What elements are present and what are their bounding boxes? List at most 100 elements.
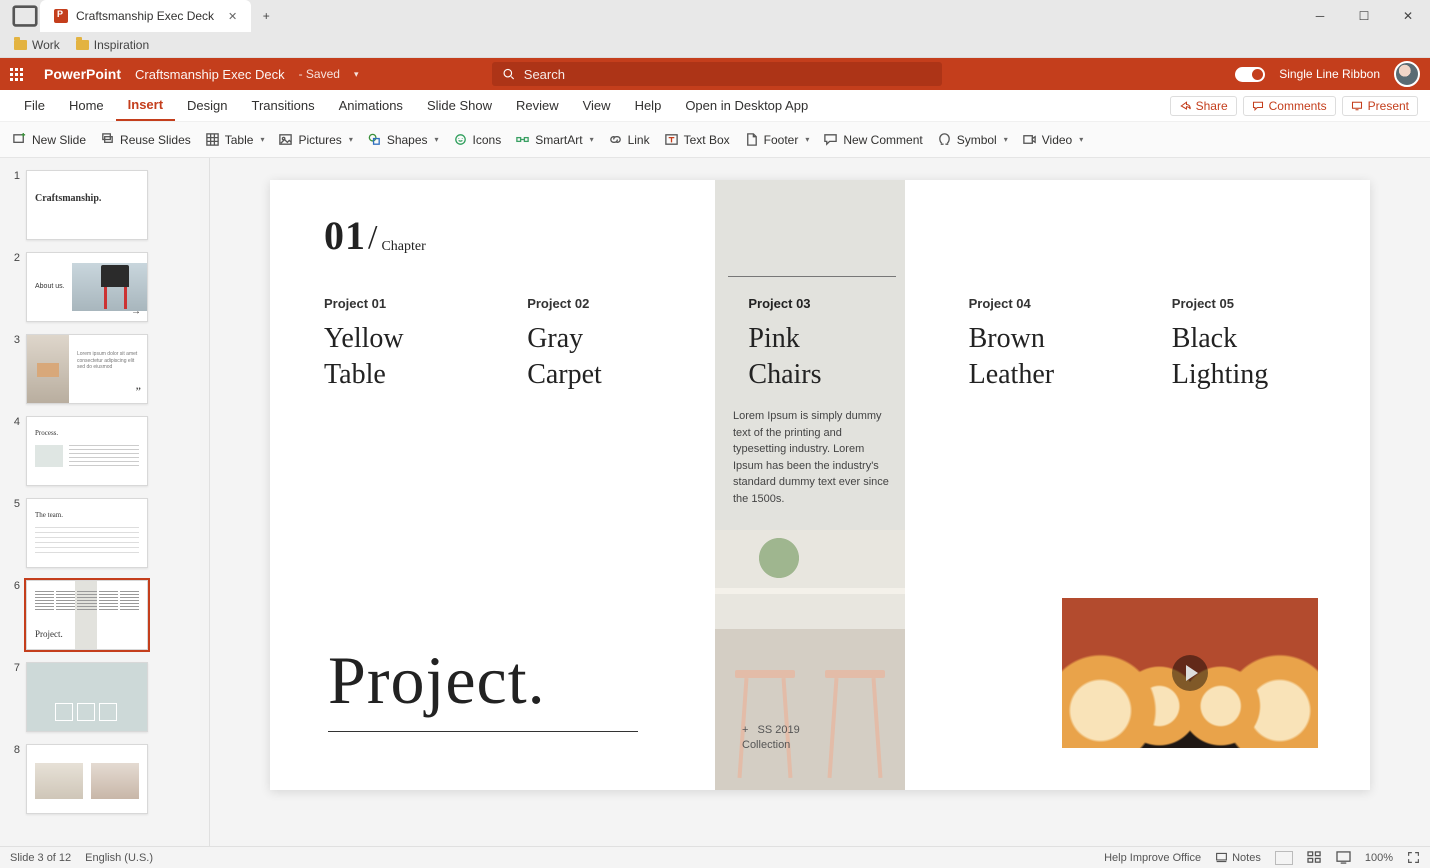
- tab-transitions[interactable]: Transitions: [240, 90, 327, 121]
- cmd-video[interactable]: Video▾: [1022, 132, 1084, 147]
- present-button[interactable]: Present: [1342, 96, 1418, 116]
- view-reading-button[interactable]: [1336, 851, 1351, 864]
- slide-thumbnail[interactable]: Craftsmanship.: [26, 170, 148, 240]
- cmd-text-box[interactable]: Text Box: [664, 132, 730, 147]
- notes-icon: [1215, 851, 1228, 864]
- bookmarks-bar: Work Inspiration: [0, 32, 1430, 58]
- app-name: PowerPoint: [44, 66, 121, 82]
- chevron-down-icon[interactable]: ▾: [354, 69, 359, 80]
- window-minimize-button[interactable]: ─: [1298, 0, 1342, 32]
- slide-thumbnail[interactable]: Project.: [26, 580, 148, 650]
- cmd-footer[interactable]: Footer▾: [744, 132, 810, 147]
- cmd-pictures[interactable]: Pictures▾: [278, 132, 352, 147]
- play-icon[interactable]: [1172, 655, 1208, 691]
- project-04[interactable]: Project 04 BrownLeather: [934, 296, 1137, 394]
- shapes-icon: [367, 132, 382, 147]
- workspace: 1 Craftsmanship. 2 About us. → 3 Lore: [0, 158, 1430, 846]
- share-button[interactable]: Share: [1170, 96, 1237, 116]
- slide-canvas-area[interactable]: 01 / Chapter Project 01 YellowTable Proj…: [210, 158, 1430, 846]
- status-language[interactable]: English (U.S.): [85, 852, 153, 864]
- window-maximize-button[interactable]: ☐: [1342, 0, 1386, 32]
- slide-big-title[interactable]: Project.: [328, 641, 546, 720]
- project-03[interactable]: Project 03 PinkChairs: [730, 296, 933, 394]
- search-bar[interactable]: [492, 62, 942, 86]
- thumb-number: 2: [10, 252, 20, 264]
- cmd-table[interactable]: Table▾: [205, 132, 265, 147]
- project-02[interactable]: Project 02 GrayCarpet: [527, 296, 730, 394]
- chevron-down-icon: ▾: [1004, 135, 1008, 144]
- project-description[interactable]: Lorem Ipsum is simply dummy text of the …: [733, 408, 893, 507]
- slide-thumbnail[interactable]: Lorem ipsum dolor sit amet consectetur a…: [26, 334, 148, 404]
- reuse-slides-icon: [100, 132, 115, 147]
- chevron-down-icon: ▾: [260, 135, 264, 144]
- share-icon: [1179, 100, 1191, 112]
- slide-thumbnail[interactable]: Process.: [26, 416, 148, 486]
- thumb-number: 1: [10, 170, 20, 182]
- projects-grid: Project 01 YellowTable Project 02 GrayCa…: [324, 296, 1340, 394]
- textbox-icon: [664, 132, 679, 147]
- divider-line: [728, 276, 896, 277]
- status-slide-info: Slide 3 of 12: [10, 852, 71, 864]
- notes-button[interactable]: Notes: [1215, 851, 1261, 864]
- tab-animations[interactable]: Animations: [327, 90, 415, 121]
- fit-to-window-button[interactable]: [1407, 851, 1420, 864]
- window-close-button[interactable]: ✕: [1386, 0, 1430, 32]
- document-name[interactable]: Craftsmanship Exec Deck: [135, 67, 285, 82]
- footer-icon: [744, 132, 759, 147]
- view-sorter-button[interactable]: [1307, 851, 1322, 864]
- status-bar: Slide 3 of 12 English (U.S.) Help Improv…: [0, 846, 1430, 868]
- slide-thumbnails-panel[interactable]: 1 Craftsmanship. 2 About us. → 3 Lore: [0, 158, 210, 846]
- slide-canvas[interactable]: 01 / Chapter Project 01 YellowTable Proj…: [270, 180, 1370, 790]
- single-line-ribbon-toggle[interactable]: [1235, 67, 1265, 82]
- cmd-icons[interactable]: Icons: [453, 132, 502, 147]
- cmd-symbol[interactable]: Symbol▾: [937, 132, 1008, 147]
- tab-open-desktop[interactable]: Open in Desktop App: [673, 90, 820, 121]
- chevron-down-icon: ▾: [805, 135, 809, 144]
- chapter-heading[interactable]: 01 / Chapter: [324, 212, 426, 259]
- user-avatar[interactable]: [1394, 61, 1420, 87]
- cmd-new-slide[interactable]: New Slide: [12, 132, 86, 147]
- search-icon: [502, 67, 515, 81]
- bookmark-work[interactable]: Work: [14, 38, 60, 52]
- cmd-shapes[interactable]: Shapes▾: [367, 132, 439, 147]
- project-05[interactable]: Project 05 BlackLighting: [1137, 296, 1340, 394]
- search-input[interactable]: [524, 67, 933, 82]
- tab-design[interactable]: Design: [175, 90, 239, 121]
- tab-slide-show[interactable]: Slide Show: [415, 90, 504, 121]
- close-tab-icon[interactable]: ✕: [228, 10, 237, 23]
- cmd-reuse-slides[interactable]: Reuse Slides: [100, 132, 191, 147]
- window-chrome: Craftsmanship Exec Deck ✕ + ─ ☐ ✕: [0, 0, 1430, 32]
- table-icon: [205, 132, 220, 147]
- app-launcher-icon[interactable]: [10, 68, 30, 81]
- project-01[interactable]: Project 01 YellowTable: [324, 296, 527, 394]
- slide-thumbnail[interactable]: The team.: [26, 498, 148, 568]
- tab-insert[interactable]: Insert: [116, 90, 175, 121]
- slide-thumbnail[interactable]: [26, 744, 148, 814]
- tab-help[interactable]: Help: [623, 90, 674, 121]
- thumb-number: 5: [10, 498, 20, 510]
- save-status: - Saved: [299, 67, 340, 81]
- slide-video-placeholder[interactable]: [1062, 598, 1318, 748]
- bookmark-inspiration[interactable]: Inspiration: [76, 38, 149, 52]
- smartart-icon: [515, 132, 530, 147]
- tab-review[interactable]: Review: [504, 90, 571, 121]
- browser-menu-icon[interactable]: [10, 0, 40, 32]
- new-tab-button[interactable]: +: [251, 0, 281, 32]
- zoom-level[interactable]: 100%: [1365, 852, 1393, 864]
- tab-file[interactable]: File: [12, 90, 57, 121]
- view-normal-button[interactable]: [1275, 851, 1293, 865]
- slide-thumbnail[interactable]: [26, 662, 148, 732]
- cmd-link[interactable]: Link: [608, 132, 650, 147]
- thumb-number: 3: [10, 334, 20, 346]
- thumb-number: 4: [10, 416, 20, 428]
- cmd-new-comment[interactable]: New Comment: [823, 132, 922, 147]
- browser-tab[interactable]: Craftsmanship Exec Deck ✕: [40, 0, 251, 32]
- tab-home[interactable]: Home: [57, 90, 116, 121]
- help-improve-button[interactable]: Help Improve Office: [1104, 852, 1201, 864]
- tab-view[interactable]: View: [571, 90, 623, 121]
- slide-thumbnail[interactable]: About us. →: [26, 252, 148, 322]
- cmd-smartart[interactable]: SmartArt▾: [515, 132, 593, 147]
- present-icon: [1351, 100, 1363, 112]
- collection-caption[interactable]: SS 2019 Collection: [742, 723, 800, 752]
- comments-button[interactable]: Comments: [1243, 96, 1336, 116]
